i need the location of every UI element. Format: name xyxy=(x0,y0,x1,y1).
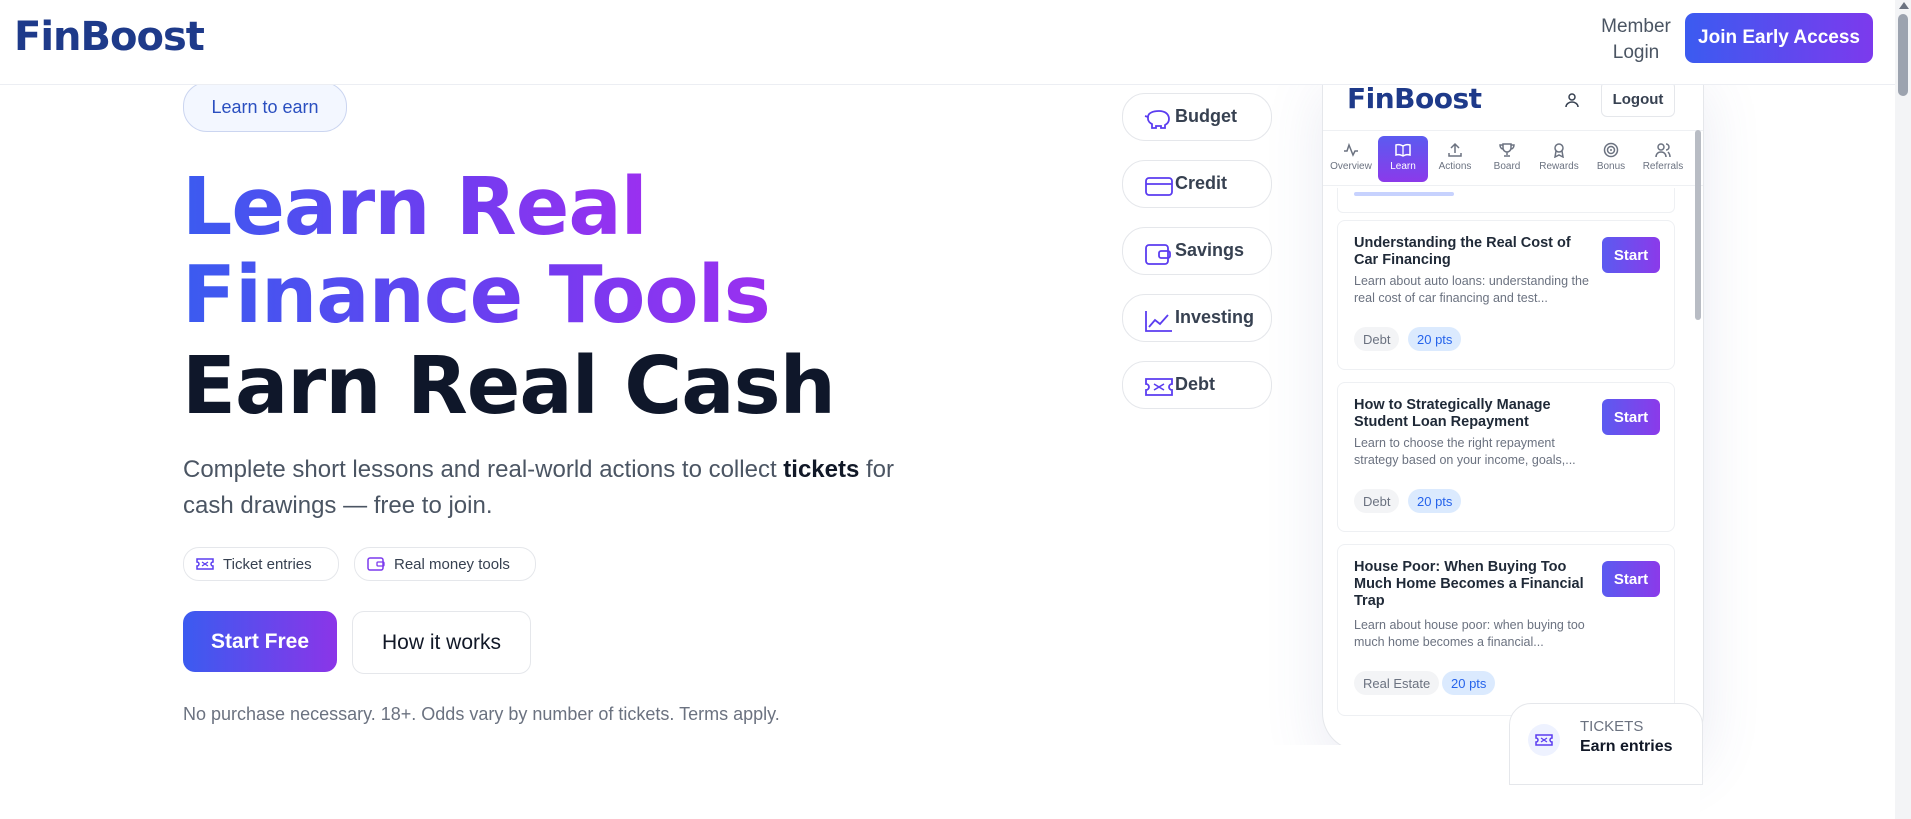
ticket-icon xyxy=(1535,734,1553,746)
tickets-value: Earn entries xyxy=(1580,738,1673,755)
category-label: Investing xyxy=(1175,307,1255,327)
chip-real-money-tools: Real money tools xyxy=(354,547,536,581)
activity-icon xyxy=(1344,142,1358,157)
member-login-line1: Member xyxy=(1601,16,1671,37)
phone-scrollbar[interactable] xyxy=(1695,130,1701,750)
target-icon xyxy=(1603,142,1619,158)
category-budget[interactable]: Budget xyxy=(1122,93,1272,141)
lesson-title: House Poor: When Buying Too Much Home Be… xyxy=(1354,559,1584,609)
lesson-card[interactable]: House Poor: When Buying Too Much Home Be… xyxy=(1337,544,1675,716)
chip-label: Real money tools xyxy=(394,555,510,573)
tickets-floating-card: TICKETS Earn entries xyxy=(1509,703,1703,785)
upload-icon xyxy=(1448,142,1462,157)
headline-line-1: Learn Real xyxy=(182,161,648,253)
users-icon xyxy=(1655,143,1671,158)
ticket-icon xyxy=(1145,378,1173,396)
phone-tab-bar: Overview Learn Actions Board Rewards Bon… xyxy=(1323,130,1703,186)
category-investing[interactable]: Investing xyxy=(1122,294,1272,342)
headline-line-2: Finance Tools xyxy=(182,249,771,341)
tab-actions[interactable]: Actions xyxy=(1430,136,1480,182)
chip-ticket-entries: Ticket entries xyxy=(183,547,339,581)
lesson-card[interactable]: Understanding the Real Cost of Car Finan… xyxy=(1337,220,1675,370)
logout-button[interactable]: Logout xyxy=(1601,81,1675,117)
headline-line-3: Earn Real Cash xyxy=(182,340,836,432)
lesson-title: Understanding the Real Cost of Car Finan… xyxy=(1354,235,1571,268)
category-credit[interactable]: Credit xyxy=(1122,160,1272,208)
wallet-icon xyxy=(367,557,385,571)
tab-label: Learn xyxy=(1390,161,1416,172)
category-label: Credit xyxy=(1175,173,1228,193)
trophy-icon xyxy=(1499,143,1515,157)
lesson-title: How to Strategically Manage Student Loan… xyxy=(1354,397,1551,430)
scroll-thumb[interactable] xyxy=(1898,14,1908,96)
category-debt[interactable]: Debt xyxy=(1122,361,1272,409)
member-login-link[interactable]: Member Login xyxy=(1588,14,1684,66)
book-icon xyxy=(1395,143,1411,157)
page-scrollbar[interactable] xyxy=(1895,0,1911,819)
lesson-category-tag: Real Estate xyxy=(1354,671,1440,695)
lesson-points-tag: 20 pts xyxy=(1408,489,1462,513)
tab-label: Overview xyxy=(1330,161,1372,172)
credit-card-icon xyxy=(1145,177,1173,196)
hero-subtitle: Complete short lessons and real-world ac… xyxy=(183,452,943,524)
join-early-access-button[interactable]: Join Early Access xyxy=(1685,13,1873,63)
site-header: FinBoost Member Login Join Early Access xyxy=(0,0,1911,85)
tab-board[interactable]: Board xyxy=(1482,136,1532,182)
tab-label: Actions xyxy=(1438,161,1472,172)
tab-overview[interactable]: Overview xyxy=(1326,136,1376,182)
lesson-start-button[interactable]: Start xyxy=(1602,561,1660,597)
lesson-start-button[interactable]: Start xyxy=(1602,237,1660,273)
lesson-points-tag: 20 pts xyxy=(1442,671,1496,695)
ticket-icon xyxy=(196,558,214,570)
tab-learn[interactable]: Learn xyxy=(1378,136,1428,182)
category-label: Debt xyxy=(1175,374,1215,394)
previous-card-edge xyxy=(1337,188,1675,213)
lesson-category-tag: Debt xyxy=(1354,327,1400,351)
how-it-works-button[interactable]: How it works xyxy=(352,611,531,674)
tab-rewards[interactable]: Rewards xyxy=(1534,136,1584,182)
chip-label: Ticket entries xyxy=(223,555,312,573)
tab-label: Board xyxy=(1493,161,1521,172)
category-label: Savings xyxy=(1175,240,1245,260)
lesson-points-tag: 20 pts xyxy=(1408,327,1462,351)
tab-label: Bonus xyxy=(1596,161,1626,172)
category-savings[interactable]: Savings xyxy=(1122,227,1272,275)
tab-bonus[interactable]: Bonus xyxy=(1586,136,1636,182)
category-label: Budget xyxy=(1175,106,1237,126)
piggy-bank-icon xyxy=(1144,110,1170,129)
user-icon[interactable] xyxy=(1564,92,1580,108)
progress-bar xyxy=(1354,192,1454,196)
scroll-up-arrow-icon[interactable] xyxy=(1899,2,1909,9)
subtitle-text: Complete short lessons and real-world ac… xyxy=(183,456,784,483)
lesson-description: Learn about house poor: when buying too … xyxy=(1354,618,1585,649)
lesson-list[interactable]: Understanding the Real Cost of Car Finan… xyxy=(1337,188,1675,750)
finboost-logo[interactable]: FinBoost xyxy=(14,14,205,60)
lesson-description: Learn about auto loans: understanding th… xyxy=(1354,274,1589,305)
lesson-description: Learn to choose the right repayment stra… xyxy=(1354,436,1576,467)
lesson-category-tag: Debt xyxy=(1354,489,1400,513)
lesson-card[interactable]: How to Strategically Manage Student Loan… xyxy=(1337,382,1675,532)
member-login-line2: Login xyxy=(1612,42,1660,63)
phone-scroll-thumb[interactable] xyxy=(1695,130,1701,320)
ticket-icon-badge xyxy=(1528,724,1560,756)
award-icon xyxy=(1554,143,1564,158)
wallet-icon xyxy=(1145,244,1171,265)
phone-mockup: FinBoost Logout Overview Learn Actions B… xyxy=(1322,70,1704,751)
learn-to-earn-pill: Learn to earn xyxy=(183,82,347,132)
phone-logo: FinBoost xyxy=(1347,82,1482,115)
chart-line-icon xyxy=(1145,311,1172,332)
legal-disclaimer: No purchase necessary. 18+. Odds vary by… xyxy=(183,704,780,724)
tab-label: Rewards xyxy=(1539,161,1579,172)
lesson-start-button[interactable]: Start xyxy=(1602,399,1660,435)
tickets-label: TICKETS xyxy=(1580,718,1644,735)
start-free-button[interactable]: Start Free xyxy=(183,611,337,672)
tab-label: Referrals xyxy=(1642,161,1684,172)
subtitle-emphasis: tickets xyxy=(783,456,860,483)
tab-referrals[interactable]: Referrals xyxy=(1638,136,1688,182)
